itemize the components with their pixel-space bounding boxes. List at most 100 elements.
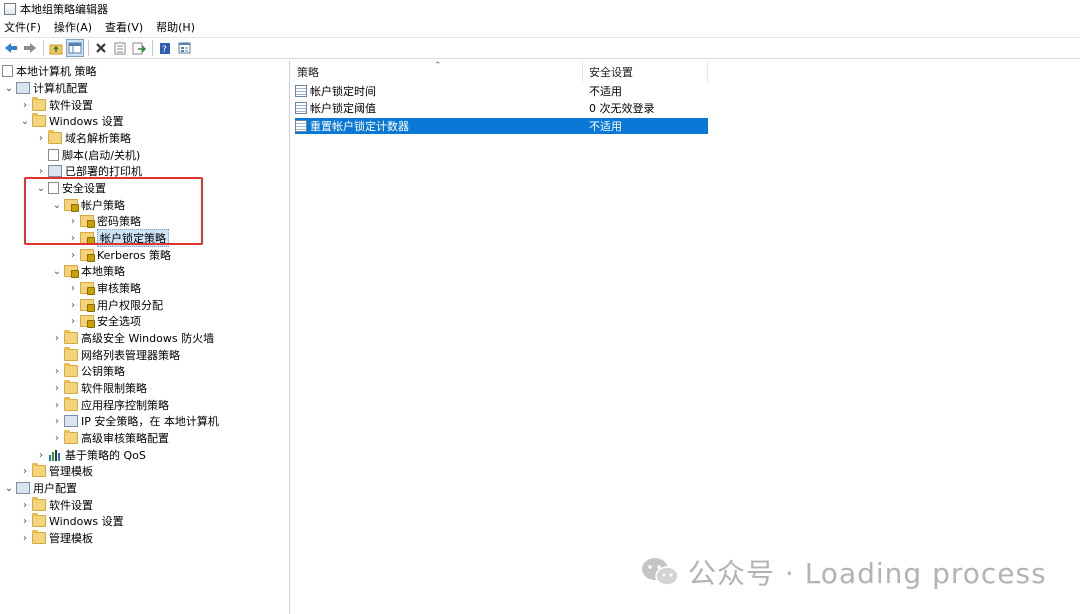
table-row-selected[interactable]: 重置帐户锁定计数器 不适用 <box>295 118 708 134</box>
tree-item-network-list[interactable]: 网络列表管理器策略 <box>50 347 180 363</box>
policy-icon <box>295 85 307 97</box>
policy-list-pane[interactable]: 策略 ⌃ 安全设置 帐户锁定时间 不适用 帐户锁定阈值 0 次无效登录 重置帐户… <box>291 61 1080 614</box>
view-icon[interactable] <box>175 39 193 57</box>
tree-item-admin-templates[interactable]: › 管理模板 <box>18 463 93 479</box>
bar-chart-icon <box>48 449 62 461</box>
toolbar-separator <box>152 40 153 56</box>
export-icon[interactable] <box>130 39 148 57</box>
help-icon[interactable]: ? <box>156 39 174 57</box>
table-row[interactable]: 帐户锁定阈值 0 次无效登录 <box>295 100 708 116</box>
locked-folder-icon <box>80 249 95 262</box>
expand-chevron-icon[interactable]: › <box>34 164 48 178</box>
expand-chevron-icon[interactable]: › <box>50 431 64 445</box>
tree-item-local-policies[interactable]: ⌄ 本地策略 <box>50 263 125 279</box>
tree-item-user-windows-settings[interactable]: › Windows 设置 <box>18 513 124 529</box>
collapse-chevron-icon[interactable]: ⌄ <box>50 264 64 278</box>
tree-item-public-key[interactable]: › 公钥策略 <box>50 363 125 379</box>
up-folder-icon[interactable] <box>47 39 65 57</box>
expand-chevron-icon[interactable]: › <box>66 248 80 262</box>
wechat-icon <box>640 555 680 589</box>
tree-item-qos[interactable]: › 基于策略的 QoS <box>34 447 146 463</box>
expand-chevron-icon[interactable]: › <box>50 414 64 428</box>
expand-chevron-icon[interactable]: › <box>50 364 64 378</box>
watermark: 公众号 · Loading process <box>640 552 1047 592</box>
tree-item-user-software-settings[interactable]: › 软件设置 <box>18 497 93 513</box>
collapse-chevron-icon[interactable]: ⌄ <box>2 81 16 95</box>
tree-item-security-options[interactable]: › 安全选项 <box>66 313 141 329</box>
app-icon <box>4 2 16 15</box>
tree-item-advanced-audit[interactable]: › 高级审核策略配置 <box>50 430 169 446</box>
folder-icon <box>32 113 46 127</box>
menu-view[interactable]: 查看(V) <box>105 19 143 35</box>
expand-chevron-icon[interactable]: › <box>66 298 80 312</box>
delete-icon[interactable] <box>92 39 110 57</box>
tree-item-software-settings[interactable]: › 软件设置 <box>18 97 93 113</box>
folder-icon <box>64 363 78 377</box>
tree-item-app-control[interactable]: › 应用程序控制策略 <box>50 397 169 413</box>
policy-icon <box>295 120 307 132</box>
forward-icon[interactable] <box>21 39 39 57</box>
tree-item-kerberos-policy[interactable]: › Kerberos 策略 <box>66 247 171 263</box>
menu-bar: 文件(F) 操作(A) 查看(V) 帮助(H) <box>0 17 1080 37</box>
folder-icon <box>48 130 62 144</box>
expand-chevron-icon[interactable]: › <box>34 131 48 145</box>
ip-security-icon <box>64 415 78 427</box>
expand-chevron-icon[interactable]: › <box>18 531 32 545</box>
tree-item-firewall[interactable]: › 高级安全 Windows 防火墙 <box>50 330 214 346</box>
folder-icon <box>32 463 46 477</box>
properties-icon[interactable] <box>111 39 129 57</box>
policy-document-icon <box>2 65 13 77</box>
printer-icon <box>48 165 62 177</box>
menu-action[interactable]: 操作(A) <box>54 19 92 35</box>
expand-chevron-icon[interactable]: › <box>34 448 48 462</box>
table-row[interactable]: 帐户锁定时间 不适用 <box>295 83 708 99</box>
tree-item-computer-config[interactable]: ⌄ 计算机配置 <box>2 80 88 96</box>
toolbar-separator <box>88 40 89 56</box>
locked-folder-icon <box>64 265 79 278</box>
tree-item-user-admin-templates[interactable]: › 管理模板 <box>18 530 93 546</box>
folder-icon <box>32 97 46 111</box>
locked-folder-icon <box>80 282 95 295</box>
title-bar: 本地组策略编辑器 <box>0 0 1080 17</box>
tree-item-ip-security[interactable]: › IP 安全策略，在 本地计算机 <box>50 413 219 429</box>
tree-item-user-config[interactable]: ⌄ 用户配置 <box>2 480 77 496</box>
user-icon <box>16 482 30 494</box>
expand-chevron-icon[interactable]: › <box>66 281 80 295</box>
show-tree-icon[interactable] <box>66 39 84 57</box>
toolbar-separator <box>43 40 44 56</box>
toolbar: ? <box>0 37 1080 59</box>
tree-item-software-restriction[interactable]: › 软件限制策略 <box>50 380 147 396</box>
folder-icon <box>64 380 78 394</box>
collapse-chevron-icon[interactable]: ⌄ <box>2 481 16 495</box>
tree-item-scripts[interactable]: 脚本(启动/关机) <box>34 147 140 163</box>
expand-chevron-icon[interactable]: › <box>18 514 32 528</box>
computer-icon <box>16 82 30 94</box>
expand-chevron-icon[interactable]: › <box>50 381 64 395</box>
column-header-setting[interactable]: 安全设置 <box>583 61 708 82</box>
expand-chevron-icon[interactable]: › <box>18 98 32 112</box>
expand-chevron-icon[interactable]: › <box>50 331 64 345</box>
expand-chevron-icon[interactable]: › <box>50 398 64 412</box>
window-title: 本地组策略编辑器 <box>20 2 108 16</box>
collapse-chevron-icon[interactable]: ⌄ <box>18 114 32 128</box>
script-icon <box>48 149 59 161</box>
folder-icon <box>32 513 46 527</box>
tree-item-user-rights[interactable]: › 用户权限分配 <box>66 297 163 313</box>
expand-chevron-icon[interactable]: › <box>18 464 32 478</box>
back-icon[interactable] <box>2 39 20 57</box>
tree-item-dns-policy[interactable]: › 域名解析策略 <box>34 130 131 146</box>
folder-icon <box>64 397 78 411</box>
folder-icon <box>64 330 78 344</box>
tree-pane[interactable]: 本地计算机 策略 ⌄ 计算机配置 › 软件设置 ⌄ Windows 设置 › 域… <box>0 61 290 614</box>
folder-icon <box>64 430 78 444</box>
tree-root[interactable]: 本地计算机 策略 <box>2 63 97 79</box>
tree-item-windows-settings[interactable]: ⌄ Windows 设置 <box>18 113 124 129</box>
menu-help[interactable]: 帮助(H) <box>156 19 195 35</box>
locked-folder-icon <box>80 315 95 328</box>
expand-chevron-icon[interactable]: › <box>66 314 80 328</box>
tree-item-audit-policy[interactable]: › 审核策略 <box>66 280 141 296</box>
expand-chevron-icon[interactable]: › <box>18 498 32 512</box>
menu-file[interactable]: 文件(F) <box>4 19 41 35</box>
svg-text:?: ? <box>162 45 167 55</box>
folder-icon <box>64 347 78 361</box>
